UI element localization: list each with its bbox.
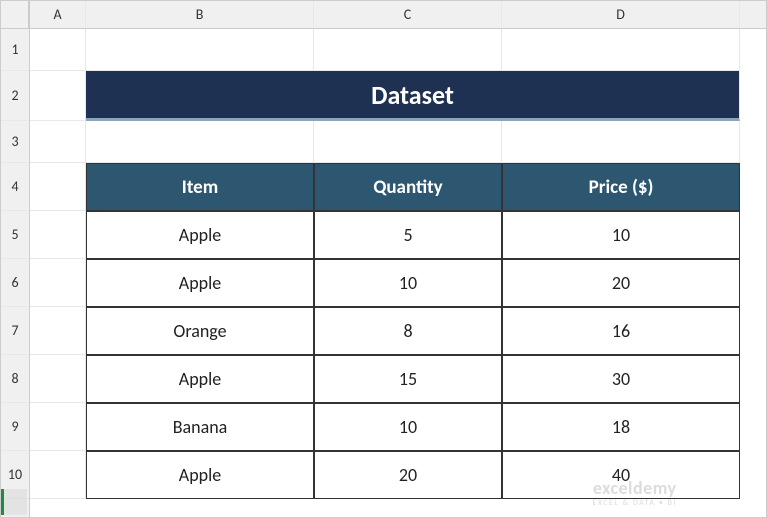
row-headers-container: 1 2 3 4 5 6 7 8 9 10: [1, 1, 30, 517]
row-header-7[interactable]: 7: [1, 307, 29, 355]
cell-a10[interactable]: [30, 451, 86, 499]
table-header-quantity[interactable]: Quantity: [314, 163, 502, 211]
table-cell[interactable]: 30: [502, 355, 740, 403]
grid-row-9: Banana 10 18: [30, 403, 766, 451]
table-cell[interactable]: Apple: [86, 451, 314, 499]
grid-row-6: Apple 10 20: [30, 259, 766, 307]
row-header-2[interactable]: 2: [1, 71, 29, 121]
col-header-b[interactable]: B: [86, 1, 314, 28]
title-banner[interactable]: Dataset: [86, 71, 740, 121]
table-cell[interactable]: 10: [502, 211, 740, 259]
cell-a4[interactable]: [30, 163, 86, 211]
cell-b1[interactable]: [86, 29, 314, 71]
grid-row-3: [30, 121, 766, 163]
table-cell[interactable]: 16: [502, 307, 740, 355]
grid-row-1: [30, 29, 766, 71]
cell-a1[interactable]: [30, 29, 86, 71]
cell-c3[interactable]: [314, 121, 502, 163]
table-cell[interactable]: 10: [314, 259, 502, 307]
col-headers-container: A B C D: [30, 1, 766, 29]
cell-a8[interactable]: [30, 355, 86, 403]
row-header-6[interactable]: 6: [1, 259, 29, 307]
table-cell[interactable]: 5: [314, 211, 502, 259]
table-cell[interactable]: 15: [314, 355, 502, 403]
grid-row-8: Apple 15 30: [30, 355, 766, 403]
cell-a9[interactable]: [30, 403, 86, 451]
table-cell[interactable]: 8: [314, 307, 502, 355]
row-header-3[interactable]: 3: [1, 121, 29, 163]
cell-c1[interactable]: [314, 29, 502, 71]
cell-b3[interactable]: [86, 121, 314, 163]
cell-d1[interactable]: [502, 29, 740, 71]
row-header-1[interactable]: 1: [1, 29, 29, 71]
grid-row-7: Orange 8 16: [30, 307, 766, 355]
grid-rows: Dataset Item Quantity Price ($) Apple 5: [30, 29, 766, 499]
grid-row-5: Apple 5 10: [30, 211, 766, 259]
col-header-a[interactable]: A: [30, 1, 86, 28]
table-cell[interactable]: Apple: [86, 355, 314, 403]
watermark: exceldemy EXCEL & DATA • BI: [592, 479, 677, 508]
cell-a3[interactable]: [30, 121, 86, 163]
grid-area: A B C D Dataset: [30, 1, 766, 517]
cell-a6[interactable]: [30, 259, 86, 307]
col-header-d[interactable]: D: [502, 1, 740, 28]
row-header-4[interactable]: 4: [1, 163, 29, 211]
row-header-8[interactable]: 8: [1, 355, 29, 403]
active-row-indicator: [1, 489, 27, 515]
select-all-corner[interactable]: [1, 1, 29, 29]
spreadsheet: 1 2 3 4 5 6 7 8 9 10 A B C D Da: [0, 0, 767, 518]
col-header-c[interactable]: C: [314, 1, 502, 28]
row-header-5[interactable]: 5: [1, 211, 29, 259]
grid-row-2: Dataset: [30, 71, 766, 121]
watermark-sub: EXCEL & DATA • BI: [592, 499, 677, 508]
table-cell[interactable]: 10: [314, 403, 502, 451]
table-cell[interactable]: 20: [502, 259, 740, 307]
cell-a7[interactable]: [30, 307, 86, 355]
row-header-9[interactable]: 9: [1, 403, 29, 451]
cell-d3[interactable]: [502, 121, 740, 163]
cell-a5[interactable]: [30, 211, 86, 259]
cell-a2[interactable]: [30, 71, 86, 121]
watermark-main: exceldemy: [592, 479, 677, 499]
grid-row-4: Item Quantity Price ($): [30, 163, 766, 211]
table-header-item[interactable]: Item: [86, 163, 314, 211]
table-cell[interactable]: Banana: [86, 403, 314, 451]
table-header-price[interactable]: Price ($): [502, 163, 740, 211]
table-cell[interactable]: Apple: [86, 211, 314, 259]
table-cell[interactable]: Orange: [86, 307, 314, 355]
table-cell[interactable]: 18: [502, 403, 740, 451]
table-cell[interactable]: 20: [314, 451, 502, 499]
table-cell[interactable]: Apple: [86, 259, 314, 307]
